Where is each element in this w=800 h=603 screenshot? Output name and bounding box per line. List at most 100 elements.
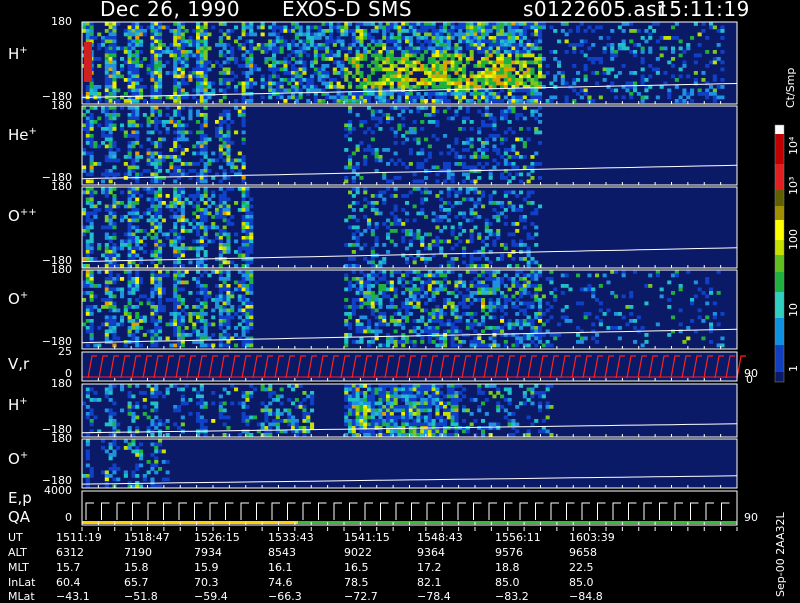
label-qa: QA: [8, 508, 30, 526]
ephemeris-value: 15.8: [124, 561, 149, 574]
ephemeris-value: 16.5: [344, 561, 369, 574]
date-title: Dec 26, 1990: [100, 0, 240, 21]
ephemeris-value: 9658: [569, 546, 597, 559]
label-he-plus: He+: [8, 126, 37, 144]
y-min-label: 0: [65, 511, 72, 524]
y-max-label: 180: [51, 15, 72, 28]
panel-o-plus-angle-2: [82, 439, 737, 488]
ephemeris-value: 7190: [124, 546, 152, 559]
ephemeris-label-mlat: MLat: [8, 590, 35, 603]
ephemeris-value: −84.8: [569, 590, 603, 603]
ephemeris-value: 7934: [194, 546, 222, 559]
colorbar-tick-1e4: 10⁴: [787, 137, 800, 155]
ephemeris-value: 1548:43: [417, 531, 463, 544]
panel-background: [82, 439, 737, 488]
label-velocity: V,r: [8, 355, 29, 373]
colorbar-segment: [775, 292, 784, 318]
ephemeris-value: 85.0: [569, 576, 594, 589]
ephemeris-value: 9576: [495, 546, 523, 559]
ephemeris-value: −59.4: [194, 590, 228, 603]
ephemeris-value: 1533:43: [268, 531, 314, 544]
qa-background: [82, 491, 737, 525]
panel-velocity: [82, 352, 746, 381]
ephemeris-value: −43.1: [56, 590, 90, 603]
spectrogram-plot: [0, 0, 800, 600]
colorbar-tick-1: 1: [787, 365, 800, 372]
ephemeris-value: 1556:11: [495, 531, 541, 544]
ephemeris-value: 22.5: [569, 561, 594, 574]
footer-tag: Sep-00 2AA32L: [774, 512, 787, 597]
y-max-label: 180: [51, 432, 72, 445]
colorbar-segment: [775, 190, 784, 206]
label-h-plus-2: H+: [8, 396, 28, 414]
ephemeris-value: −66.3: [268, 590, 302, 603]
ephemeris-value: 1526:15: [194, 531, 240, 544]
ephemeris-value: 74.6: [268, 576, 293, 589]
ephemeris-value: 9022: [344, 546, 372, 559]
label-energy: E,p: [8, 489, 32, 507]
ephemeris-value: 1511:19: [56, 531, 102, 544]
ephemeris-value: 6312: [56, 546, 84, 559]
colorbar-segment: [775, 318, 784, 345]
ephemeris-value: 85.0: [495, 576, 520, 589]
ephemeris-value: −51.8: [124, 590, 158, 603]
ephemeris-value: 1518:47: [124, 531, 170, 544]
colorbar-segment: [775, 206, 784, 220]
y-max-label: 180: [51, 99, 72, 112]
ephemeris-value: 60.4: [56, 576, 81, 589]
header-time: 15:11:19: [656, 0, 750, 21]
ephemeris-value: 1603:39: [569, 531, 615, 544]
instrument-title: EXOS-D SMS: [282, 0, 412, 21]
ephemeris-label-alt: ALT: [8, 546, 27, 559]
ephemeris-value: 9364: [417, 546, 445, 559]
panel-o-plus-plus-angle: [82, 187, 737, 268]
ephemeris-value: 8543: [268, 546, 296, 559]
ephemeris-label-mlt: MLT: [8, 561, 29, 574]
ephemeris-value: 70.3: [194, 576, 219, 589]
y-max-label: 25: [58, 345, 72, 358]
ephemeris-value: 1541:15: [344, 531, 390, 544]
colorbar: [775, 125, 784, 382]
colorbar-segment: [775, 240, 784, 255]
label-o-plus: O+: [8, 290, 28, 308]
panel-o-plus-angle: [82, 270, 737, 349]
label-o-plus-plus: O++: [8, 207, 37, 225]
ephemeris-value: −72.7: [344, 590, 378, 603]
panel-h-plus-angle-2: [82, 384, 737, 437]
colorbar-segment: [775, 164, 784, 190]
ephemeris-value: −83.2: [495, 590, 529, 603]
colorbar-tick-0: 0: [746, 373, 753, 386]
panel-h-plus-angle: [82, 22, 737, 104]
ephemeris-label-inlat: InLat: [8, 576, 35, 589]
colorbar-segment: [775, 255, 784, 272]
ephemeris-value: 15.7: [56, 561, 81, 574]
ephemeris-value: 16.1: [268, 561, 293, 574]
colorbar-segment: [775, 134, 784, 164]
ephemeris-value: 15.9: [194, 561, 219, 574]
y-max-label: 180: [51, 180, 72, 193]
colorbar-segment: [775, 345, 784, 372]
label-o-plus-2: O+: [8, 450, 28, 468]
hot-spot: [84, 42, 92, 82]
y-max-label: 180: [51, 263, 72, 276]
colorbar-segment: [775, 220, 784, 240]
ephemeris-value: 82.1: [417, 576, 442, 589]
ephemeris-value: 18.8: [495, 561, 520, 574]
y-max-label: 180: [51, 377, 72, 390]
colorbar-segment: [775, 272, 784, 292]
label-h-plus: H+: [8, 45, 28, 63]
panel-he-plus-angle: [82, 106, 737, 185]
y-max-label: 4000: [44, 484, 72, 497]
colorbar-segment: [775, 125, 784, 134]
right-axis-label: 90: [744, 511, 758, 524]
colorbar-unit: Ct/Smp: [784, 68, 797, 108]
ephemeris-label-ut: UT: [8, 531, 23, 544]
ephemeris-value: −78.4: [417, 590, 451, 603]
ephemeris-value: 17.2: [417, 561, 442, 574]
colorbar-segment: [775, 372, 784, 382]
file-name: s0122605.asr: [523, 0, 666, 21]
colorbar-tick-100: 100: [787, 229, 800, 250]
colorbar-tick-10: 10: [787, 303, 800, 317]
ephemeris-value: 78.5: [344, 576, 369, 589]
colorbar-tick-1e3: 10³: [787, 177, 800, 195]
